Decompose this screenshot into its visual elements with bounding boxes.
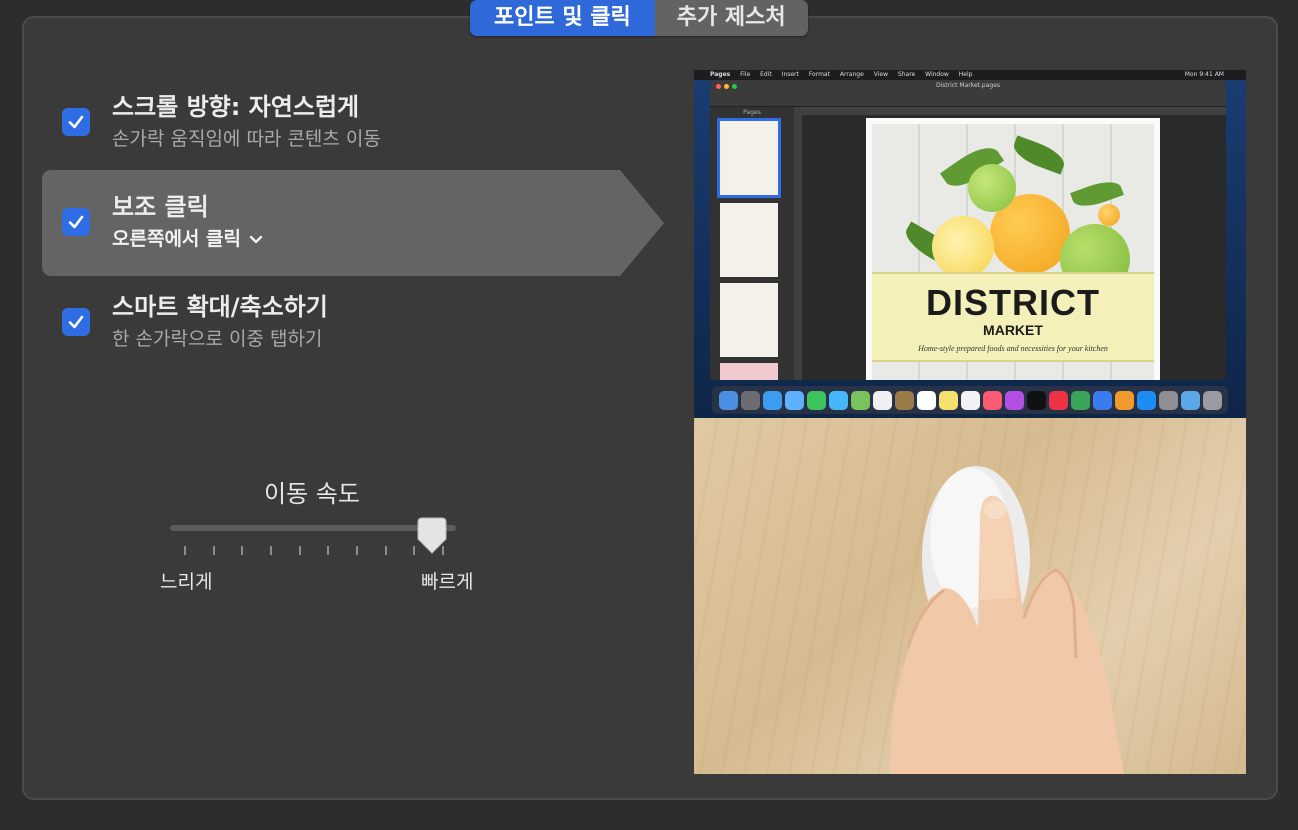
option-title: 보조 클릭 <box>112 193 209 221</box>
option-scroll-direction[interactable]: 스크롤 방향: 자연스럽게 손가락 움직임에 따라 콘텐츠 이동 <box>42 70 664 174</box>
checkmark-icon <box>68 315 84 329</box>
tracking-speed-slider[interactable] <box>170 525 456 531</box>
gesture-preview-video: Pages File Edit Insert Format Arrange Vi… <box>694 70 1246 774</box>
option-subtitle: 한 손가락으로 이중 탭하기 <box>112 328 323 350</box>
selected-row-highlight <box>42 170 664 276</box>
page-thumbnail <box>720 203 778 277</box>
menu-item: Format <box>808 71 830 78</box>
page-subheading: MARKET <box>983 322 1043 338</box>
page-thumbnails-sidebar: Pages <box>710 107 794 380</box>
slider-min-label: 느리게 <box>160 571 213 593</box>
vertical-ruler <box>794 115 802 380</box>
menu-item: Window <box>925 71 949 78</box>
page-thumbnail <box>720 283 778 357</box>
menu-bar: Pages File Edit Insert Format Arrange Vi… <box>694 70 1246 80</box>
slider-tick <box>384 546 387 555</box>
slider-tick <box>327 546 330 555</box>
chevron-down-icon <box>249 235 263 243</box>
secondary-click-checkbox[interactable] <box>62 208 90 236</box>
tab-point-and-click[interactable]: 포인트 및 클릭 <box>470 0 655 36</box>
option-smart-zoom[interactable]: 스마트 확대/축소하기 한 손가락으로 이중 탭하기 <box>42 270 664 374</box>
smart-zoom-checkbox[interactable] <box>62 308 90 336</box>
horizontal-ruler <box>794 107 1226 115</box>
hand-on-mouse-illustration <box>890 466 1124 774</box>
slider-tick <box>270 546 272 555</box>
menubar-clock: Mon 9:41 AM <box>1184 71 1224 78</box>
pages-app-window: District Market.pages Pages DISTRICT MAR… <box>710 80 1226 380</box>
option-secondary-click[interactable]: 보조 클릭 오른쪽에서 클릭 <box>42 170 664 276</box>
page-tagline: Home-style prepared foods and necessitie… <box>918 344 1108 353</box>
menu-item: Help <box>958 71 973 78</box>
menu-item: Insert <box>781 71 799 78</box>
menu-item: Arrange <box>839 71 864 78</box>
tracking-speed-title: 이동 속도 <box>264 480 360 508</box>
document-title: District Market.pages <box>935 82 1001 89</box>
menu-item: Edit <box>760 71 772 78</box>
checkmark-icon <box>68 115 84 129</box>
page-thumbnail <box>717 118 781 198</box>
tab-bar: 포인트 및 클릭 추가 제스처 <box>470 0 808 36</box>
mac-screen-illustration: Pages File Edit Insert Format Arrange Vi… <box>694 70 1246 418</box>
desk-surface <box>694 418 1246 774</box>
slider-tick <box>413 546 416 555</box>
menu-item: Pages <box>710 71 731 78</box>
slider-tick <box>298 546 301 555</box>
page-banner: DISTRICT MARKET Home-style prepared food… <box>872 272 1154 362</box>
dock <box>712 386 1228 414</box>
slider-tick <box>212 546 215 555</box>
dropdown-value: 오른쪽에서 클릭 <box>112 228 241 250</box>
checkmark-icon <box>68 215 84 229</box>
menu-item: Share <box>897 71 916 78</box>
slider-tick <box>184 546 186 555</box>
slider-ticks <box>170 546 456 556</box>
slider-tick <box>241 546 244 555</box>
scroll-direction-checkbox[interactable] <box>62 108 90 136</box>
slider-thumb[interactable] <box>417 517 447 555</box>
menu-item: View <box>873 71 888 78</box>
option-title: 스크롤 방향: 자연스럽게 <box>112 93 360 121</box>
slider-max-label: 빠르게 <box>421 571 474 593</box>
app-toolbar: District Market.pages <box>710 80 1226 107</box>
secondary-click-dropdown[interactable]: 오른쪽에서 클릭 <box>112 224 263 251</box>
page-heading: DISTRICT <box>926 282 1100 323</box>
option-subtitle: 손가락 움직임에 따라 콘텐츠 이동 <box>112 128 381 150</box>
document-page: DISTRICT MARKET Home-style prepared food… <box>866 118 1160 380</box>
option-title: 스마트 확대/축소하기 <box>112 293 328 321</box>
pages-sidebar-label: Pages <box>743 109 761 116</box>
page-thumbnail <box>720 363 778 380</box>
slider-tick <box>356 546 358 555</box>
tab-more-gestures[interactable]: 추가 제스처 <box>654 0 808 36</box>
menu-item: File <box>740 71 751 78</box>
